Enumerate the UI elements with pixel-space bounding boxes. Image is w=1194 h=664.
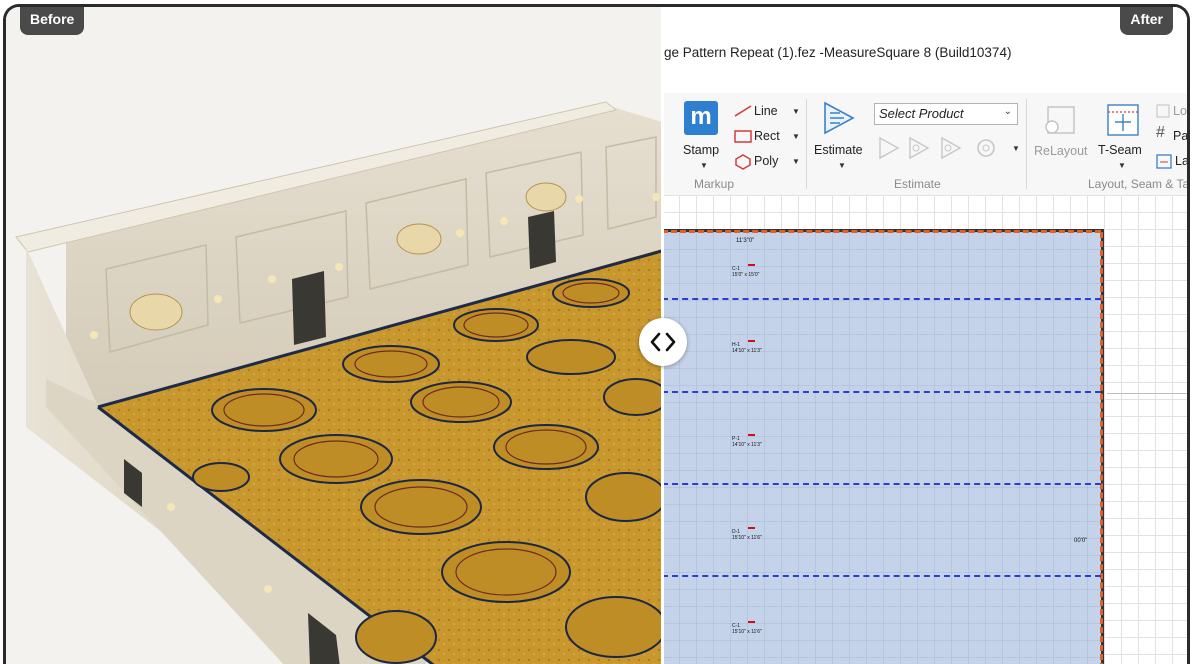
guide-line [1107,393,1187,394]
estimate-icon [824,101,855,135]
tseam-button[interactable]: T-Seam [1098,143,1142,157]
seam-line[interactable] [662,391,1101,393]
after-badge: After [1120,7,1173,35]
product-select-value: Select Product [879,106,964,121]
stamp-button[interactable]: Stamp [683,143,719,157]
before-badge: Before [20,7,85,35]
product-select[interactable]: Select Product ⌄ [874,103,1018,125]
poly-icon [735,154,751,170]
floor-plan-canvas[interactable]: 11'3"0" 00'0" C-1 15'0" x 15'0" H-1 14'10"… [662,195,1187,664]
layout-group-label: Layout, Seam & Ta [1088,177,1190,191]
markup-group-label: Markup [694,177,735,191]
line-button[interactable]: Line [754,104,778,118]
rect-button[interactable]: Rect [754,129,780,143]
ribbon-separator [1026,99,1027,189]
patt-button[interactable]: Patt [1173,129,1187,143]
room-edge-top [662,230,1101,233]
lay-button[interactable]: Lay [1175,154,1187,168]
strip-label: C-1 15'10" x 11'6" [732,623,762,635]
seam-line[interactable] [662,298,1101,300]
strip-label: P-1 14'10" x 11'3" [732,436,762,448]
strip-label: H-1 14'10" x 11'3" [732,342,762,354]
estimate-button[interactable]: Estimate [814,143,863,157]
poly-dropdown-caret[interactable]: ▼ [792,157,800,166]
estimate-group-label: Estimate [894,177,941,191]
chevron-left-right-icon [650,332,676,352]
room-edge-right [1100,232,1103,664]
estimate-disabled-tools [879,136,995,160]
ribbon-toolbar: m Stamp ▼ Line ▼ Rect ▼ Poly ▼ Markup Es… [662,93,1190,196]
strip-label: C-1 15'0" x 15'0" [732,266,760,278]
rect-icon [734,130,752,143]
stamp-dropdown-caret[interactable]: ▼ [700,161,708,170]
comparison-frame: ge Pattern Repeat (1).fez -MeasureSquare… [3,4,1190,664]
layout-icon [1156,154,1172,169]
poly-button[interactable]: Poly [754,154,778,168]
before-render [6,7,662,664]
relayout-icon [1045,106,1075,134]
loc-button[interactable]: Loc [1173,104,1187,118]
rect-dropdown-caret[interactable]: ▼ [792,132,800,141]
stamp-icon[interactable]: m [684,101,718,135]
chevron-down-icon: ⌄ [1003,106,1012,117]
tseam-dropdown-caret[interactable]: ▼ [1118,161,1126,170]
dimension-top: 11'3"0" [736,238,755,244]
window-titlebar: ge Pattern Repeat (1).fez -MeasureSquare… [662,7,1187,93]
seam-line[interactable] [662,575,1101,577]
seam-line[interactable] [662,483,1101,485]
line-icon [734,105,752,117]
comparison-slider-handle[interactable] [639,318,687,366]
strip-label: D-1 15'10" x 11'6" [732,529,762,541]
lock-icon [1156,104,1170,118]
room-3d-illustration [15,101,662,664]
estimate-dropdown-caret[interactable]: ▼ [838,161,846,170]
tseam-icon [1107,104,1139,136]
relayout-button[interactable]: ReLayout [1034,144,1088,158]
window-title: ge Pattern Repeat (1).fez -MeasureSquare… [664,45,1012,60]
room-grid [662,232,1101,664]
after-software-view: ge Pattern Repeat (1).fez -MeasureSquare… [662,7,1190,664]
dimension-right: 00'0" [1074,538,1088,544]
pattern-hash-icon: # [1156,124,1165,141]
ribbon-separator [806,99,807,189]
line-dropdown-caret[interactable]: ▼ [792,107,800,116]
estimate-tools-caret[interactable]: ▼ [1012,144,1020,153]
room-area[interactable]: 11'3"0" 00'0" C-1 15'0" x 15'0" H-1 14'10"… [662,229,1104,664]
